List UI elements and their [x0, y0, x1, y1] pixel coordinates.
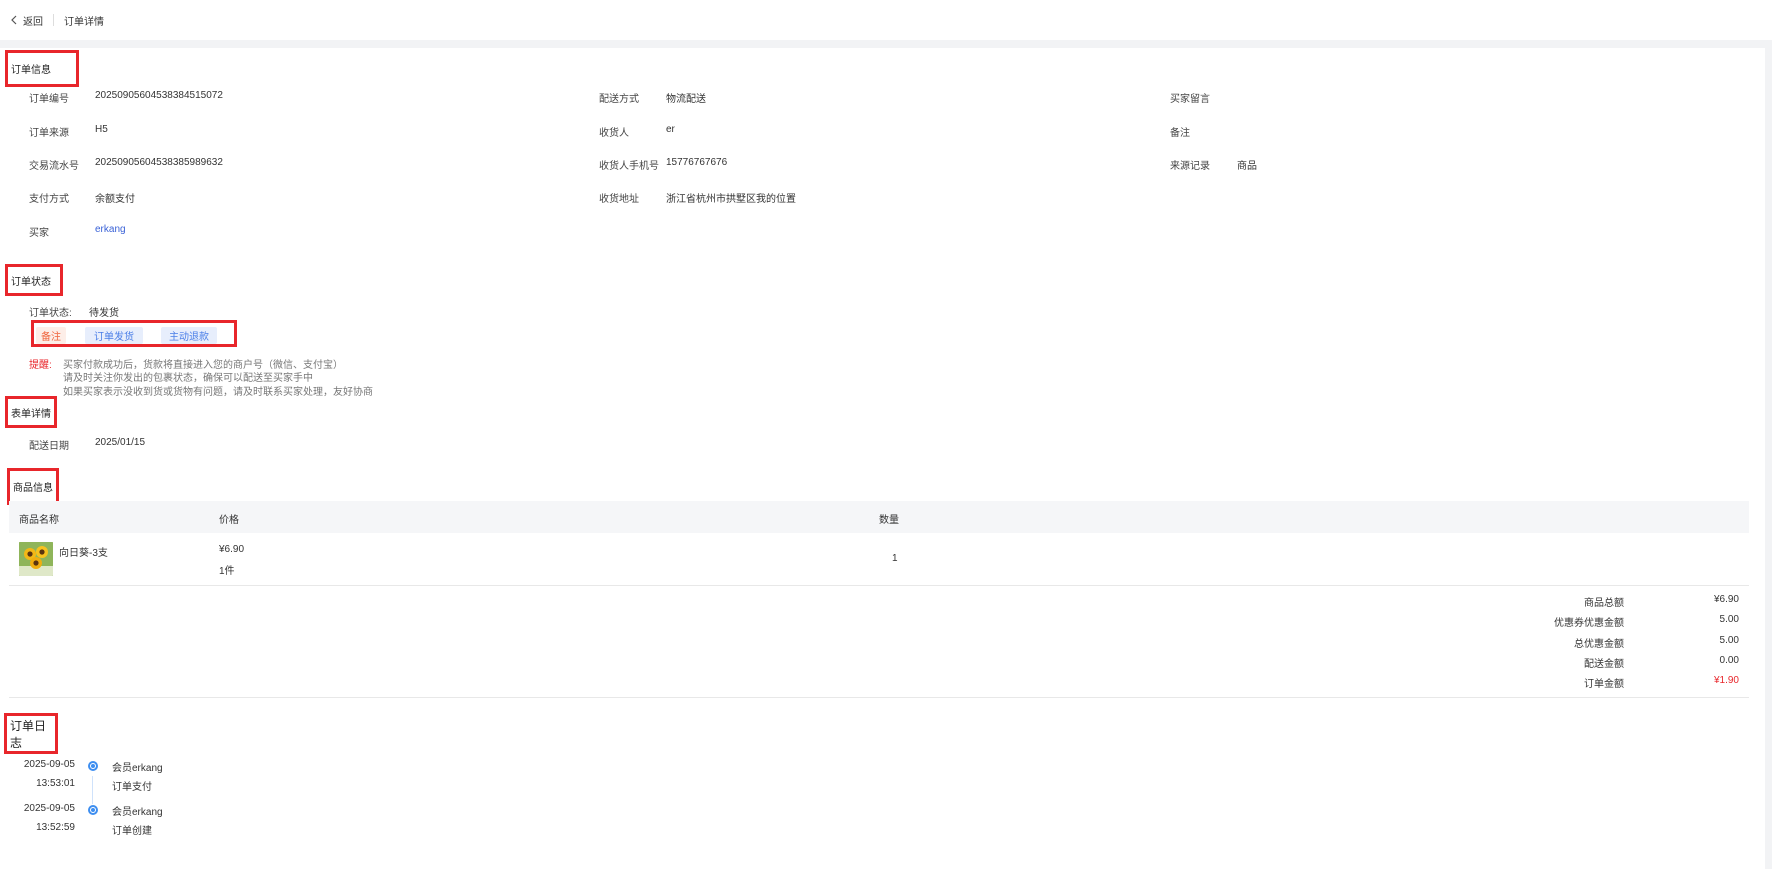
ship-order-button[interactable]: 订单发货	[85, 327, 143, 344]
product-price: ¥6.90	[219, 544, 245, 555]
tip-label: 提醒:	[29, 360, 52, 371]
status-label: 订单状态:	[29, 308, 72, 319]
sunflower-image	[19, 542, 53, 576]
log-action: 订单创建	[112, 826, 152, 837]
txn-label: 交易流水号	[29, 161, 79, 172]
order-no-value: 20250905604538384515072	[95, 90, 223, 101]
summary-label: 配送金额	[1584, 659, 1624, 670]
divider	[53, 14, 54, 26]
origin-label: 来源记录	[1170, 161, 1210, 172]
receiver-value: er	[666, 124, 675, 135]
order-no-label: 订单编号	[29, 94, 69, 105]
summary-divider	[9, 697, 1749, 698]
summary-label: 优惠券优惠金额	[1554, 618, 1624, 629]
section-title-form-detail: 表单详情	[5, 396, 57, 428]
buyer-label: 买家	[29, 228, 49, 239]
ship-label: 配送方式	[599, 94, 639, 105]
section-title-order-status: 订单状态	[5, 264, 63, 296]
scrollbar[interactable]	[1765, 40, 1772, 869]
log-date: 2025-09-05	[23, 803, 75, 814]
log-actor: 会员erkang	[112, 763, 163, 774]
back-label: 返回	[23, 16, 43, 28]
refund-button[interactable]: 主动退款	[161, 327, 217, 344]
summary-value: 5.00	[1719, 635, 1739, 646]
pay-label: 支付方式	[29, 194, 69, 205]
log-actor: 会员erkang	[112, 807, 163, 818]
product-unit: 1件	[219, 566, 235, 577]
pay-value: 余额支付	[95, 194, 135, 205]
header-separator	[0, 40, 1765, 48]
delivery-date-value: 2025/01/15	[95, 437, 146, 448]
log-date: 2025-09-05	[23, 759, 75, 770]
note-button[interactable]: 备注	[36, 327, 66, 344]
buyer-link[interactable]: erkang	[95, 224, 126, 235]
back-button[interactable]: 返回	[10, 13, 43, 28]
section-title-goods-info: 商品信息	[7, 468, 59, 505]
delivery-date-label: 配送日期	[29, 441, 69, 452]
summary-label: 商品总额	[1584, 598, 1624, 609]
receiver-label: 收货人	[599, 128, 629, 139]
product-name[interactable]: 向日葵-3支	[59, 544, 108, 559]
top-bar: 返回 订单详情	[0, 0, 1765, 40]
timeline-connector	[92, 776, 93, 804]
tip-line: 请及时关注你发出的包裹状态，确保可以配送至买家手中	[63, 373, 313, 384]
timeline-dot-icon	[88, 805, 98, 815]
log-time: 13:53:01	[36, 778, 75, 789]
summary-value: 5.00	[1719, 614, 1739, 625]
log-action: 订单支付	[112, 782, 152, 793]
goods-table-header: 商品名称 价格 数量	[9, 501, 1749, 533]
origin-value: 商品	[1237, 161, 1257, 172]
action-buttons-group: 备注 订单发货 主动退款	[31, 320, 237, 347]
row-divider	[9, 585, 1749, 586]
order-total-value: ¥1.90	[1713, 675, 1739, 686]
log-time: 13:52:59	[36, 822, 75, 833]
timeline-dot-icon	[88, 761, 98, 771]
ship-value: 物流配送	[666, 94, 706, 105]
column-header-price: 价格	[219, 515, 239, 526]
status-value: 待发货	[89, 308, 119, 319]
address-value: 浙江省杭州市拱墅区我的位置	[666, 194, 796, 205]
section-title-order-log: 订单日志	[4, 713, 58, 754]
section-title-order-info: 订单信息	[5, 50, 79, 87]
source-label: 订单来源	[29, 128, 69, 139]
phone-value: 15776767676	[666, 157, 728, 168]
summary-value: 0.00	[1719, 655, 1739, 666]
tip-line: 如果买家表示没收到货或货物有问题，请及时联系买家处理，友好协商	[63, 387, 373, 398]
phone-label: 收货人手机号	[599, 161, 659, 172]
chevron-left-icon	[11, 15, 17, 25]
column-header-qty: 数量	[879, 515, 899, 526]
product-qty: 1	[892, 553, 898, 564]
source-value: H5	[95, 124, 108, 135]
txn-value: 20250905604538385989632	[95, 157, 223, 168]
address-label: 收货地址	[599, 194, 639, 205]
summary-label: 总优惠金额	[1574, 639, 1624, 650]
summary-label-total: 订单金额	[1584, 679, 1624, 690]
breadcrumb: 订单详情	[64, 16, 104, 28]
summary-value: ¥6.90	[1713, 594, 1739, 605]
column-header-name: 商品名称	[19, 515, 59, 526]
message-label: 买家留言	[1170, 94, 1210, 105]
remark-label: 备注	[1170, 128, 1190, 139]
